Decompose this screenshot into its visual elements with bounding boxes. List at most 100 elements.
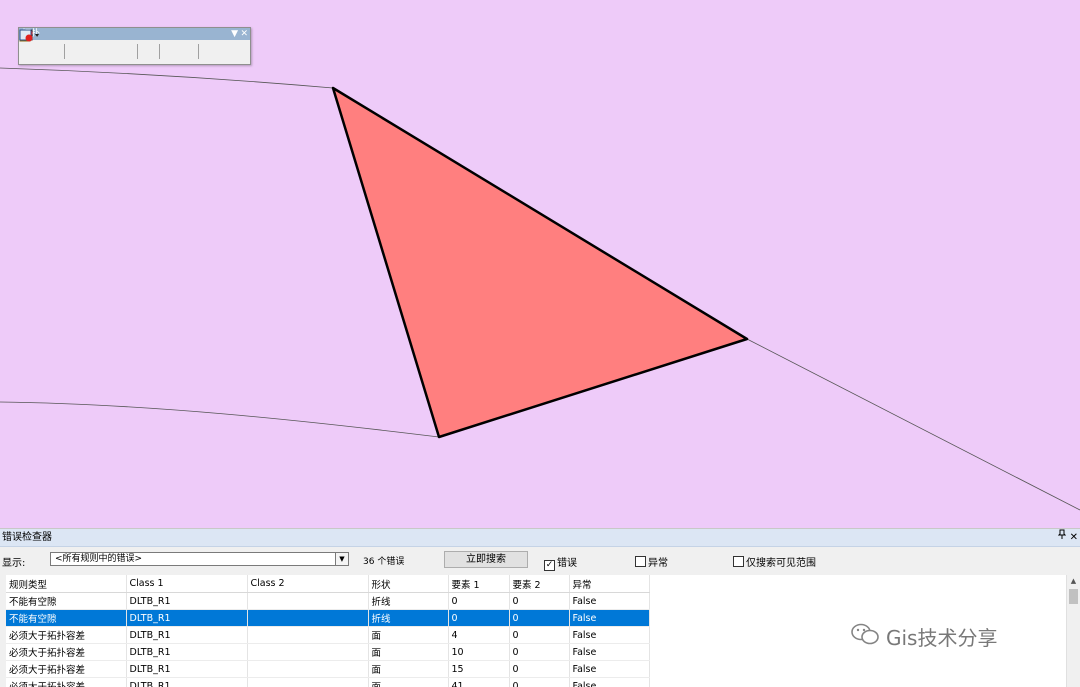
cell-rule-type: 必须大于拓扑容差: [6, 627, 126, 644]
cell-class2: [247, 644, 368, 661]
column-header-rule-type[interactable]: 规则类型: [6, 575, 126, 593]
validate-extent-icon[interactable]: [180, 44, 195, 59]
topology-edit-tool-icon[interactable]: [39, 44, 61, 59]
boundary-line-right: [747, 339, 1080, 510]
toolbar-separator: [64, 44, 65, 59]
inspector-controls: 显示: <所有规则中的错误> ▼ 36 个错误 立即搜索 ✓错误 异常 仅搜索可…: [0, 547, 1080, 573]
validate-topology-icon[interactable]: [163, 44, 178, 59]
cell-feature2: 0: [509, 644, 569, 661]
exceptions-checkbox-box[interactable]: [635, 556, 646, 567]
inspector-titlebar[interactable]: 错误检查器 ✕: [0, 529, 1080, 547]
column-header-class1[interactable]: Class 1: [126, 575, 247, 593]
cell-class2: [247, 661, 368, 678]
cell-exception: False: [569, 610, 649, 627]
toolbar-titlebar[interactable]: 拓扑 ▼ ✕: [19, 28, 250, 40]
cell-exception: False: [569, 593, 649, 610]
error-polygon[interactable]: [333, 88, 747, 437]
generalize-edge-icon[interactable]: [119, 44, 134, 59]
boundary-line-bottom-left: [0, 402, 439, 437]
cell-class2: [247, 610, 368, 627]
cell-shape: 折线: [368, 593, 448, 610]
cell-class1: DLTB_R1: [126, 610, 247, 627]
cell-shape: 面: [368, 644, 448, 661]
table-row[interactable]: 必须大于拓扑容差 DLTB_R1 面 15 0 False: [6, 661, 649, 678]
cell-rule-type: 必须大于拓扑容差: [6, 661, 126, 678]
error-inspector-icon[interactable]: [219, 44, 234, 59]
table-row[interactable]: 不能有空隙 DLTB_R1 折线 0 0 False: [6, 593, 649, 610]
visible-extent-checkbox[interactable]: 仅搜索可见范围: [733, 554, 816, 569]
visible-extent-checkbox-box[interactable]: [733, 556, 744, 567]
show-rule-value: <所有规则中的错误>: [55, 554, 142, 564]
search-now-button[interactable]: 立即搜索: [444, 551, 528, 568]
table-row[interactable]: 必须大于拓扑容差 DLTB_R1 面 4 0 False: [6, 627, 649, 644]
align-edge-icon[interactable]: [102, 44, 117, 59]
modify-edge-icon[interactable]: [68, 44, 83, 59]
reshape-edge-icon[interactable]: [85, 44, 100, 59]
cell-shape: 面: [368, 661, 448, 678]
vertical-scrollbar[interactable]: ▲: [1066, 575, 1080, 687]
show-shared-features-icon[interactable]: [141, 44, 156, 59]
exceptions-checkbox[interactable]: 异常: [635, 554, 668, 569]
cell-exception: False: [569, 644, 649, 661]
scroll-up-icon[interactable]: ▲: [1067, 575, 1080, 588]
errors-checkbox-box[interactable]: ✓: [544, 560, 555, 571]
toolbar-separator: [159, 44, 160, 59]
watermark-text: Gis技术分享: [886, 622, 997, 651]
fix-topology-error-icon[interactable]: [202, 44, 217, 59]
column-header-feature1[interactable]: 要素 1: [448, 575, 509, 593]
scrollbar-thumb[interactable]: [1069, 589, 1078, 604]
toolbar-separator: [137, 44, 138, 59]
pin-icon[interactable]: [1058, 529, 1066, 546]
error-inspector-panel[interactable]: 错误检查器 ✕ 显示: <所有规则中的错误> ▼ 36 个错误 立即搜索 ✓错误…: [0, 528, 1080, 687]
cell-rule-type: 不能有空隙: [6, 593, 126, 610]
wechat-icon: [850, 622, 880, 651]
topology-select-icon[interactable]: [22, 44, 37, 59]
show-label: 显示:: [2, 554, 25, 569]
map-view[interactable]: 拓扑 ▼ ✕: [0, 0, 1080, 528]
cell-shape: 面: [368, 627, 448, 644]
errors-checkbox[interactable]: ✓错误: [544, 554, 577, 571]
cell-feature2: 0: [509, 627, 569, 644]
topology-toolbar[interactable]: 拓扑 ▼ ✕: [18, 27, 251, 65]
cell-feature1: 15: [448, 661, 509, 678]
cell-class1: DLTB_R1: [126, 593, 247, 610]
exceptions-checkbox-label: 异常: [648, 558, 668, 569]
errors-checkbox-label: 错误: [557, 558, 577, 569]
column-header-shape[interactable]: 形状: [368, 575, 448, 593]
cell-feature1: 0: [448, 610, 509, 627]
cell-shape: 折线: [368, 610, 448, 627]
visible-extent-checkbox-label: 仅搜索可见范围: [746, 558, 816, 569]
cell-rule-type: 必须大于拓扑容差: [6, 644, 126, 661]
column-header-feature2[interactable]: 要素 2: [509, 575, 569, 593]
watermark: Gis技术分享: [850, 622, 997, 651]
cell-feature1: 0: [448, 593, 509, 610]
cell-class1: DLTB_R1: [126, 627, 247, 644]
cell-class2: [247, 593, 368, 610]
cell-exception: False: [569, 627, 649, 644]
column-header-exception[interactable]: 异常: [569, 575, 649, 593]
toolbar-close-icon[interactable]: ✕: [240, 28, 248, 40]
show-rule-select[interactable]: <所有规则中的错误> ▼: [50, 552, 349, 566]
cell-class1: DLTB_R1: [126, 644, 247, 661]
table-row-selected[interactable]: 不能有空隙 DLTB_R1 折线 0 0 False: [6, 610, 649, 627]
table-row[interactable]: 必须大于拓扑容差 DLTB_R1 面 10 0 False: [6, 644, 649, 661]
table-header-row: 规则类型 Class 1 Class 2 形状 要素 1 要素 2 异常: [6, 575, 649, 593]
cell-feature2: 0: [509, 610, 569, 627]
cell-class1: DLTB_R1: [126, 661, 247, 678]
error-count: 36 个错误: [363, 554, 404, 567]
toolbar-separator: [198, 44, 199, 59]
map-canvas[interactable]: [0, 0, 1080, 528]
close-icon[interactable]: ✕: [1070, 529, 1078, 546]
cell-rule-type: 不能有空隙: [6, 610, 126, 627]
cell-class2: [247, 627, 368, 644]
cell-feature1: 4: [448, 627, 509, 644]
column-header-class2[interactable]: Class 2: [247, 575, 368, 593]
toolbar-menu-icon[interactable]: ▼: [231, 28, 238, 40]
cell-feature1: 10: [448, 644, 509, 661]
cell-exception: False: [569, 661, 649, 678]
inspector-title: 错误检查器: [2, 532, 52, 543]
boundary-line-top-left: [0, 68, 333, 88]
cell-feature2: 0: [509, 593, 569, 610]
cell-feature2: 0: [509, 661, 569, 678]
chevron-down-icon[interactable]: ▼: [335, 553, 348, 565]
